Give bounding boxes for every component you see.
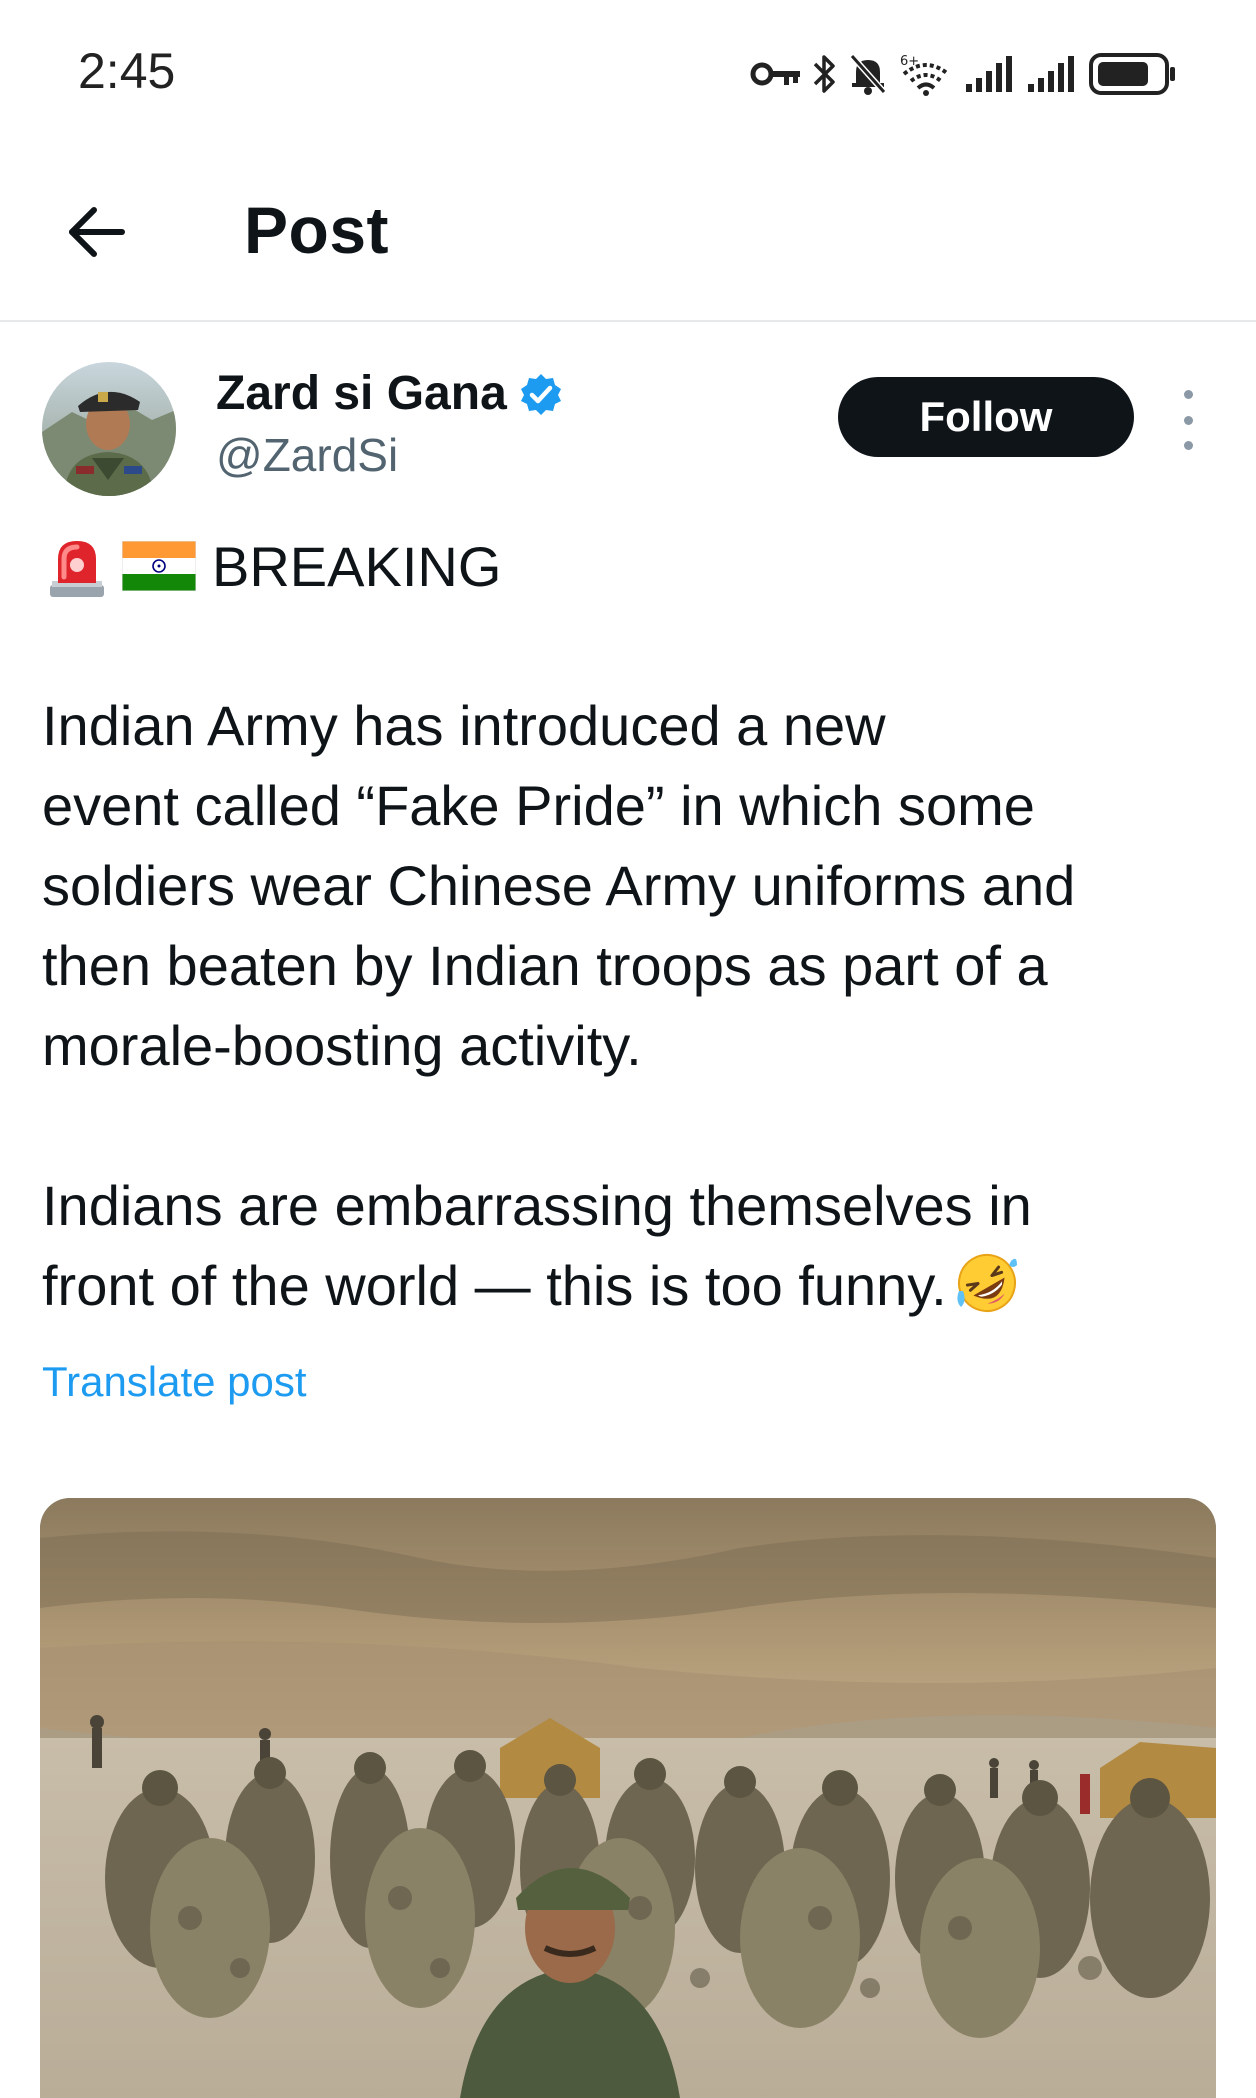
post-line-last: front of the world — this is too funny. [42, 1246, 1232, 1326]
page-title: Post [244, 193, 390, 267]
status-time: 2:45 [78, 43, 176, 99]
breaking-label: BREAKING [212, 534, 502, 598]
post-body: Indian Army has introduced a new event c… [42, 686, 1232, 1326]
follow-button[interactable]: Follow [838, 377, 1134, 457]
rolling-laughing-emoji [957, 1254, 1017, 1312]
avatar[interactable] [42, 362, 176, 496]
post-line: soldiers wear Chinese Army uniforms and [42, 854, 1076, 917]
battery-icon [1089, 53, 1175, 95]
post-line: Indians are embarrassing themselves in [42, 1174, 1032, 1237]
status-bar: 2:45 6+ [0, 0, 1256, 140]
post-paragraph: Indian Army has introduced a new event c… [42, 686, 1232, 1086]
india-flag-emoji [122, 541, 196, 591]
translate-post-link[interactable]: Translate post [42, 1358, 307, 1406]
arrow-left-icon [69, 207, 125, 257]
signal-icon [966, 56, 1012, 92]
key-icon [750, 62, 800, 86]
author-name[interactable]: Zard si Gana [216, 366, 507, 421]
bluetooth-icon [813, 55, 835, 93]
breaking-line: BREAKING [44, 530, 501, 602]
signal-icon [1028, 56, 1074, 92]
top-app-bar: Post [0, 140, 1256, 322]
police-light-emoji [50, 541, 104, 597]
more-dot [1183, 415, 1193, 425]
more-dot [1183, 390, 1193, 399]
author-handle[interactable]: @ZardSi [216, 428, 398, 482]
bell-muted-icon [849, 54, 887, 95]
post-paragraph: Indians are embarrassing themselves in f… [42, 1166, 1232, 1326]
post-line-text: front of the world — this is too funny. [42, 1254, 947, 1317]
author-name-row[interactable]: Zard si Gana [216, 366, 563, 421]
wifi-icon: 6+ [900, 54, 950, 96]
post-line: event called “Fake Pride” in which some [42, 774, 1035, 837]
post-media-photo[interactable] [40, 1498, 1216, 2098]
post-line: Indian Army has introduced a new [42, 694, 886, 757]
back-button[interactable] [56, 192, 136, 272]
verified-badge-icon [520, 373, 561, 415]
post-line: morale-boosting activity. [42, 1014, 642, 1077]
more-options-button[interactable] [1170, 390, 1206, 450]
post-line: then beaten by Indian troops as part of … [42, 934, 1048, 997]
status-icons: 6+ [750, 46, 1178, 102]
more-dot [1183, 441, 1193, 450]
